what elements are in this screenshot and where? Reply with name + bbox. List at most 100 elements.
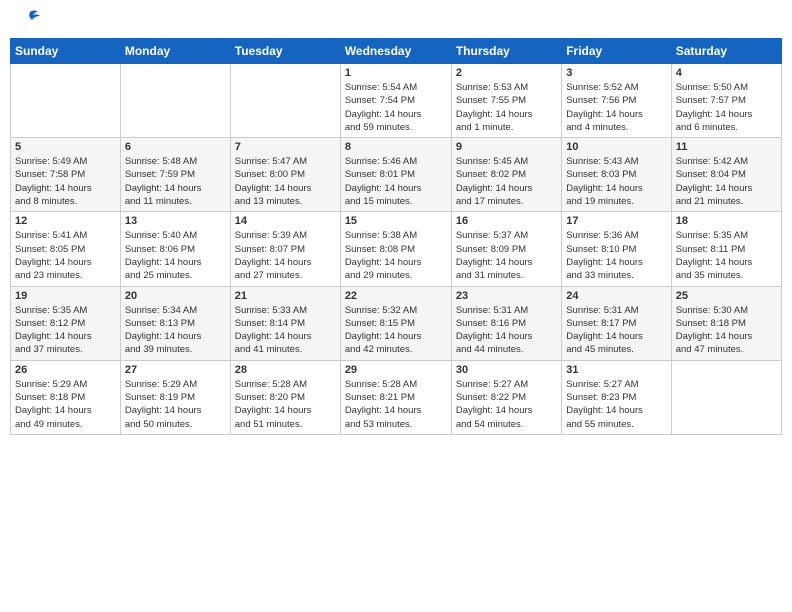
calendar-cell: 29 Sunrise: 5:28 AMSunset: 8:21 PMDayligh… bbox=[340, 360, 451, 434]
day-info: Sunrise: 5:35 AMSunset: 8:12 PMDaylight:… bbox=[15, 304, 116, 357]
day-info: Sunrise: 5:29 AMSunset: 8:19 PMDaylight:… bbox=[125, 378, 226, 431]
calendar-cell: 3 Sunrise: 5:52 AMSunset: 7:56 PMDaylight… bbox=[562, 64, 671, 138]
day-number: 20 bbox=[125, 290, 226, 302]
day-number: 24 bbox=[566, 290, 666, 302]
logo-bird-icon bbox=[20, 10, 40, 26]
calendar-cell: 13Sunrise: 5:40 AMSunset: 8:06 PMDayligh… bbox=[120, 212, 230, 286]
calendar-cell: 9Sunrise: 5:45 AMSunset: 8:02 PMDaylight… bbox=[451, 138, 561, 212]
day-number: 3 bbox=[566, 67, 666, 79]
calendar-cell bbox=[120, 64, 230, 138]
calendar-cell: 18 Sunrise: 5:35 AMSunset: 8:11 PMDayligh… bbox=[671, 212, 781, 286]
calendar-week-row: 19 Sunrise: 5:35 AMSunset: 8:12 PMDayligh… bbox=[11, 286, 782, 360]
calendar-cell: 22 Sunrise: 5:32 AMSunset: 8:15 PMDayligh… bbox=[340, 286, 451, 360]
day-info: Sunrise: 5:35 AMSunset: 8:11 PMDaylight:… bbox=[676, 229, 777, 282]
calendar-cell: 2Sunrise: 5:53 AMSunset: 7:55 PMDaylight… bbox=[451, 64, 561, 138]
calendar-cell: 15Sunrise: 5:38 AMSunset: 8:08 PMDayligh… bbox=[340, 212, 451, 286]
day-number: 10 bbox=[566, 141, 666, 153]
day-info: Sunrise: 5:49 AMSunset: 7:58 PMDaylight:… bbox=[15, 155, 116, 208]
day-number: 9 bbox=[456, 141, 557, 153]
day-of-week-header: Saturday bbox=[671, 39, 781, 64]
calendar-cell: 17Sunrise: 5:36 AMSunset: 8:10 PMDayligh… bbox=[562, 212, 671, 286]
calendar-cell: 11 Sunrise: 5:42 AMSunset: 8:04 PMDayligh… bbox=[671, 138, 781, 212]
day-info: Sunrise: 5:37 AMSunset: 8:09 PMDaylight:… bbox=[456, 229, 557, 282]
calendar-cell: 20 Sunrise: 5:34 AMSunset: 8:13 PMDayligh… bbox=[120, 286, 230, 360]
calendar-cell: 1 Sunrise: 5:54 AMSunset: 7:54 PMDaylight… bbox=[340, 64, 451, 138]
day-number: 21 bbox=[235, 290, 336, 302]
day-info: Sunrise: 5:41 AMSunset: 8:05 PMDaylight:… bbox=[15, 229, 116, 282]
calendar-cell bbox=[671, 360, 781, 434]
calendar-cell: 25 Sunrise: 5:30 AMSunset: 8:18 PMDayligh… bbox=[671, 286, 781, 360]
day-info: Sunrise: 5:27 AMSunset: 8:22 PMDaylight:… bbox=[456, 378, 557, 431]
calendar-cell bbox=[11, 64, 121, 138]
day-number: 5 bbox=[15, 141, 116, 153]
calendar-cell: 4 Sunrise: 5:50 AMSunset: 7:57 PMDaylight… bbox=[671, 64, 781, 138]
day-number: 16 bbox=[456, 215, 557, 227]
day-number: 6 bbox=[125, 141, 226, 153]
day-info: Sunrise: 5:48 AMSunset: 7:59 PMDaylight:… bbox=[125, 155, 226, 208]
day-info: Sunrise: 5:29 AMSunset: 8:18 PMDaylight:… bbox=[15, 378, 116, 431]
day-info: Sunrise: 5:52 AMSunset: 7:56 PMDaylight:… bbox=[566, 81, 666, 134]
day-info: Sunrise: 5:50 AMSunset: 7:57 PMDaylight:… bbox=[676, 81, 777, 134]
day-info: Sunrise: 5:47 AMSunset: 8:00 PMDaylight:… bbox=[235, 155, 336, 208]
calendar-cell: 26 Sunrise: 5:29 AMSunset: 8:18 PMDayligh… bbox=[11, 360, 121, 434]
day-number: 28 bbox=[235, 364, 336, 376]
page-header bbox=[10, 10, 782, 30]
day-number: 27 bbox=[125, 364, 226, 376]
day-info: Sunrise: 5:53 AMSunset: 7:55 PMDaylight:… bbox=[456, 81, 557, 134]
day-number: 22 bbox=[345, 290, 447, 302]
calendar-week-row: 5 Sunrise: 5:49 AMSunset: 7:58 PMDaylight… bbox=[11, 138, 782, 212]
day-info: Sunrise: 5:38 AMSunset: 8:08 PMDaylight:… bbox=[345, 229, 447, 282]
day-info: Sunrise: 5:31 AMSunset: 8:16 PMDaylight:… bbox=[456, 304, 557, 357]
day-number: 8 bbox=[345, 141, 447, 153]
calendar-cell: 23 Sunrise: 5:31 AMSunset: 8:16 PMDayligh… bbox=[451, 286, 561, 360]
calendar-week-row: 1 Sunrise: 5:54 AMSunset: 7:54 PMDaylight… bbox=[11, 64, 782, 138]
day-info: Sunrise: 5:31 AMSunset: 8:17 PMDaylight:… bbox=[566, 304, 666, 357]
day-of-week-header: Wednesday bbox=[340, 39, 451, 64]
calendar-cell: 31 Sunrise: 5:27 AMSunset: 8:23 PMDayligh… bbox=[562, 360, 671, 434]
calendar-cell: 5 Sunrise: 5:49 AMSunset: 7:58 PMDaylight… bbox=[11, 138, 121, 212]
day-number: 12 bbox=[15, 215, 116, 227]
day-number: 18 bbox=[676, 215, 777, 227]
calendar-cell: 6 Sunrise: 5:48 AMSunset: 7:59 PMDaylight… bbox=[120, 138, 230, 212]
day-info: Sunrise: 5:34 AMSunset: 8:13 PMDaylight:… bbox=[125, 304, 226, 357]
day-number: 29 bbox=[345, 364, 447, 376]
day-info: Sunrise: 5:40 AMSunset: 8:06 PMDaylight:… bbox=[125, 229, 226, 282]
day-number: 4 bbox=[676, 67, 777, 79]
calendar-header-row: SundayMondayTuesdayWednesdayThursdayFrid… bbox=[11, 39, 782, 64]
calendar-cell: 14 Sunrise: 5:39 AMSunset: 8:07 PMDayligh… bbox=[230, 212, 340, 286]
calendar-cell: 28 Sunrise: 5:28 AMSunset: 8:20 PMDayligh… bbox=[230, 360, 340, 434]
calendar-cell: 8Sunrise: 5:46 AMSunset: 8:01 PMDaylight… bbox=[340, 138, 451, 212]
day-number: 14 bbox=[235, 215, 336, 227]
day-info: Sunrise: 5:28 AMSunset: 8:21 PMDaylight:… bbox=[345, 378, 447, 431]
day-info: Sunrise: 5:30 AMSunset: 8:18 PMDaylight:… bbox=[676, 304, 777, 357]
calendar-cell bbox=[230, 64, 340, 138]
day-info: Sunrise: 5:43 AMSunset: 8:03 PMDaylight:… bbox=[566, 155, 666, 208]
calendar-cell: 12 Sunrise: 5:41 AMSunset: 8:05 PMDayligh… bbox=[11, 212, 121, 286]
calendar-table: SundayMondayTuesdayWednesdayThursdayFrid… bbox=[10, 38, 782, 435]
day-number: 31 bbox=[566, 364, 666, 376]
day-info: Sunrise: 5:28 AMSunset: 8:20 PMDaylight:… bbox=[235, 378, 336, 431]
day-info: Sunrise: 5:33 AMSunset: 8:14 PMDaylight:… bbox=[235, 304, 336, 357]
day-number: 11 bbox=[676, 141, 777, 153]
day-number: 1 bbox=[345, 67, 447, 79]
day-number: 7 bbox=[235, 141, 336, 153]
calendar-cell: 30 Sunrise: 5:27 AMSunset: 8:22 PMDayligh… bbox=[451, 360, 561, 434]
day-info: Sunrise: 5:32 AMSunset: 8:15 PMDaylight:… bbox=[345, 304, 447, 357]
day-info: Sunrise: 5:54 AMSunset: 7:54 PMDaylight:… bbox=[345, 81, 447, 134]
logo bbox=[18, 14, 40, 26]
day-info: Sunrise: 5:36 AMSunset: 8:10 PMDaylight:… bbox=[566, 229, 666, 282]
calendar-week-row: 26 Sunrise: 5:29 AMSunset: 8:18 PMDayligh… bbox=[11, 360, 782, 434]
day-info: Sunrise: 5:42 AMSunset: 8:04 PMDaylight:… bbox=[676, 155, 777, 208]
day-of-week-header: Sunday bbox=[11, 39, 121, 64]
day-number: 26 bbox=[15, 364, 116, 376]
day-of-week-header: Monday bbox=[120, 39, 230, 64]
day-number: 25 bbox=[676, 290, 777, 302]
calendar-week-row: 12 Sunrise: 5:41 AMSunset: 8:05 PMDayligh… bbox=[11, 212, 782, 286]
calendar-cell: 16 Sunrise: 5:37 AMSunset: 8:09 PMDayligh… bbox=[451, 212, 561, 286]
day-number: 23 bbox=[456, 290, 557, 302]
day-info: Sunrise: 5:39 AMSunset: 8:07 PMDaylight:… bbox=[235, 229, 336, 282]
calendar-cell: 27 Sunrise: 5:29 AMSunset: 8:19 PMDayligh… bbox=[120, 360, 230, 434]
day-info: Sunrise: 5:27 AMSunset: 8:23 PMDaylight:… bbox=[566, 378, 666, 431]
day-number: 19 bbox=[15, 290, 116, 302]
day-number: 30 bbox=[456, 364, 557, 376]
